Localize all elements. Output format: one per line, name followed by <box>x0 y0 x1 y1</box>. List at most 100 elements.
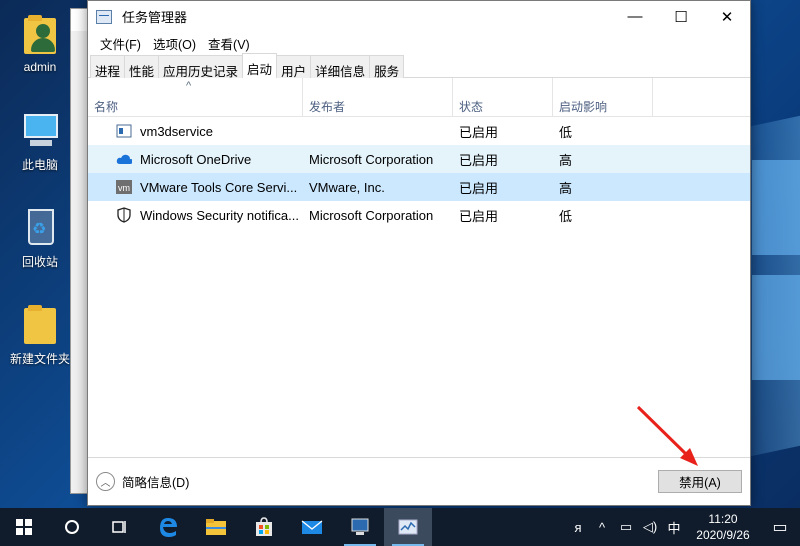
taskbar-task-manager[interactable] <box>384 508 432 546</box>
desktop-icon-label: 新建文件夹 <box>9 352 70 366</box>
network-icon[interactable]: ▭ <box>614 519 638 535</box>
computer-icon <box>20 108 60 152</box>
clock-time: 11:20 <box>708 512 738 526</box>
file-explorer-icon <box>206 519 226 535</box>
column-header-name-label: 名称 <box>94 100 119 114</box>
column-header-status[interactable]: 状态 <box>453 78 553 117</box>
monitor-app-icon <box>351 518 369 535</box>
task-view-button[interactable] <box>96 508 144 546</box>
row-name: Microsoft OneDrive <box>140 151 252 167</box>
desktop-icon-new-folder[interactable]: 新建文件夹 <box>0 302 80 367</box>
red-arrow-annotation <box>636 405 698 466</box>
shield-icon <box>116 207 132 223</box>
table-row[interactable]: vm3dservice 已启用 低 <box>88 117 750 145</box>
column-header-publisher-label: 发布者 <box>309 100 346 114</box>
tab-processes[interactable]: 进程 <box>90 55 126 79</box>
minimize-button[interactable]: — <box>612 1 658 32</box>
row-status: 已启用 <box>459 124 499 140</box>
tab-services[interactable]: 服务 <box>369 55 405 79</box>
row-publisher: Microsoft Corporation <box>309 151 434 167</box>
menu-options[interactable]: 选项(O) <box>147 34 202 53</box>
svg-text:vm: vm <box>118 183 130 193</box>
service-window-icon <box>116 123 132 139</box>
table-row[interactable]: Windows Security notifica... Microsoft C… <box>88 201 750 229</box>
row-name: VMware Tools Core Servi... <box>140 179 298 195</box>
disable-button[interactable]: 禁用(A) <box>658 470 742 493</box>
taskbar-store[interactable] <box>240 508 288 546</box>
taskbar-mail[interactable] <box>288 508 336 546</box>
row-impact: 低 <box>559 208 573 224</box>
maximize-icon: ☐ <box>674 8 688 26</box>
tab-details[interactable]: 详细信息 <box>310 55 371 79</box>
start-button[interactable] <box>0 508 48 546</box>
desktop-icon-label: 回收站 <box>21 255 58 269</box>
task-manager-icon <box>398 519 418 535</box>
windows-logo-icon <box>16 519 32 535</box>
desktop-icon-recycle-bin[interactable]: ♻ 回收站 <box>0 205 80 270</box>
table-row[interactable]: Microsoft OneDrive Microsoft Corporation… <box>88 145 750 173</box>
cortana-circle-icon <box>65 520 79 534</box>
task-manager-app-icon <box>96 9 112 24</box>
column-header-name[interactable]: ^ 名称 <box>88 78 303 117</box>
onedrive-cloud-icon <box>116 151 132 167</box>
desktop-icon-admin[interactable]: admin <box>0 12 80 74</box>
people-icon[interactable]: ᴙ <box>566 520 590 535</box>
close-icon: ✕ <box>720 8 734 26</box>
tab-startup[interactable]: 启动 <box>242 53 278 78</box>
table-row[interactable]: vm VMware Tools Core Servi... VMware, In… <box>88 173 750 201</box>
recycle-bin-icon: ♻ <box>20 205 60 249</box>
row-publisher: VMware, Inc. <box>309 179 385 195</box>
system-tray: ᴙ ^ ▭ ◁) 中 11:20 2020/9/26 ▭ <box>566 508 800 546</box>
title-bar[interactable]: 任务管理器 — ☐ ✕ <box>88 1 750 32</box>
desktop-icon-this-pc[interactable]: 此电脑 <box>0 108 80 173</box>
mail-icon <box>301 520 323 534</box>
tab-app-history[interactable]: 应用历史记录 <box>158 55 244 79</box>
ime-indicator[interactable]: 中 <box>662 518 686 537</box>
column-header-publisher[interactable]: 发布者 <box>303 78 453 117</box>
fewer-details-label: 简略信息(D) <box>122 476 190 490</box>
menu-file[interactable]: 文件(F) <box>94 34 147 53</box>
taskbar-remote-app[interactable] <box>336 508 384 546</box>
minimize-icon: — <box>627 8 643 25</box>
row-status: 已启用 <box>459 152 499 168</box>
row-name: vm3dservice <box>140 123 213 139</box>
window-title: 任务管理器 <box>122 10 188 25</box>
maximize-button[interactable]: ☐ <box>658 1 704 32</box>
user-folder-icon <box>20 12 60 56</box>
taskbar-edge[interactable] <box>144 508 192 546</box>
taskbar-file-explorer[interactable] <box>192 508 240 546</box>
taskbar: ᴙ ^ ▭ ◁) 中 11:20 2020/9/26 ▭ <box>0 508 800 546</box>
store-bag-icon <box>256 517 272 536</box>
volume-icon[interactable]: ◁) <box>638 519 662 535</box>
sort-ascending-icon: ^ <box>186 80 192 92</box>
startup-list: vm3dservice 已启用 低 Microsoft OneDrive Mic… <box>88 117 750 229</box>
search-button[interactable] <box>48 508 96 546</box>
tab-strip: 进程 性能 应用历史记录 启动 用户 详细信息 服务 <box>88 53 750 79</box>
menu-view[interactable]: 查看(V) <box>202 34 256 53</box>
notification-center-icon[interactable]: ▭ <box>760 517 800 537</box>
clock-date: 2020/9/26 <box>696 528 750 542</box>
close-button[interactable]: ✕ <box>704 1 750 32</box>
tab-performance[interactable]: 性能 <box>124 55 160 79</box>
vmware-icon: vm <box>116 179 132 195</box>
row-publisher: Microsoft Corporation <box>309 207 434 223</box>
task-view-icon <box>112 521 126 533</box>
row-impact: 高 <box>559 152 573 168</box>
column-header-impact-label: 启动影响 <box>559 100 608 114</box>
menu-bar: 文件(F) 选项(O) 查看(V) <box>88 32 750 54</box>
column-header-row: ^ 名称 发布者 状态 启动影响 <box>88 78 750 117</box>
row-impact: 高 <box>559 180 573 196</box>
folder-icon <box>20 302 60 346</box>
fewer-details-button[interactable]: ︿ 简略信息(D) <box>96 472 189 491</box>
row-status: 已启用 <box>459 180 499 196</box>
row-status: 已启用 <box>459 208 499 224</box>
chevron-up-icon: ︿ <box>96 472 115 491</box>
column-header-status-label: 状态 <box>459 100 484 114</box>
row-name: Windows Security notifica... <box>140 207 299 223</box>
desktop-icon-label: 此电脑 <box>21 158 58 172</box>
chevron-up-icon[interactable]: ^ <box>590 520 614 535</box>
clock[interactable]: 11:20 2020/9/26 <box>686 511 760 543</box>
column-header-impact[interactable]: 启动影响 <box>553 78 653 117</box>
tab-users[interactable]: 用户 <box>276 55 312 79</box>
edge-icon <box>160 518 177 537</box>
